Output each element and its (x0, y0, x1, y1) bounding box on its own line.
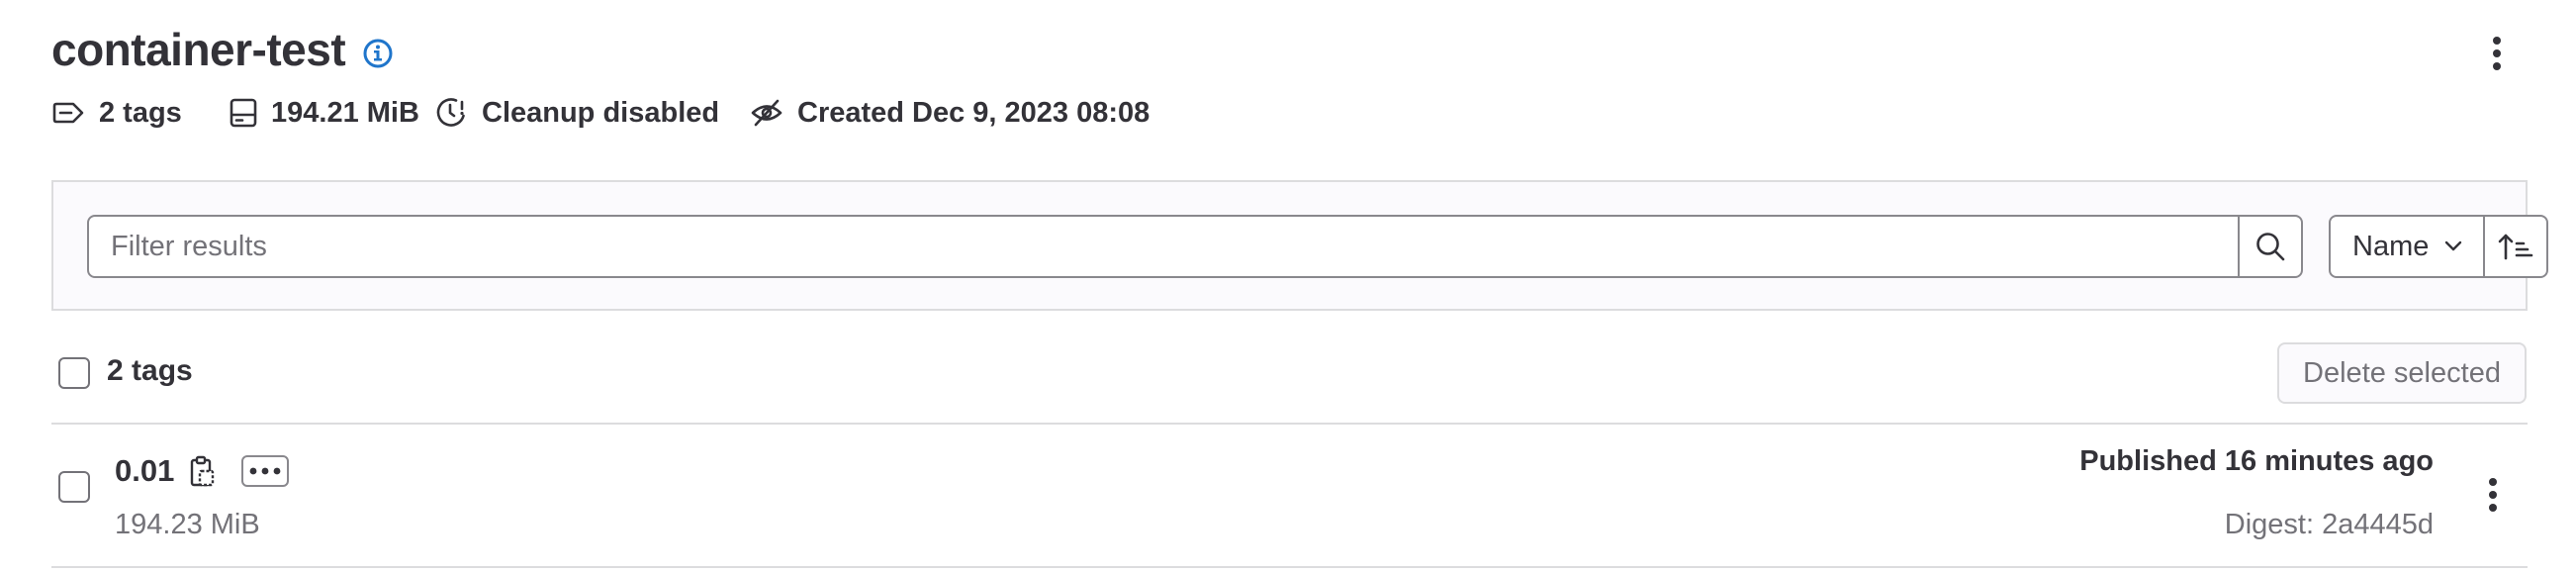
meta-size: 194.21 MiB (230, 95, 419, 131)
more-actions-button[interactable] (2479, 32, 2515, 75)
tag-digest: Digest: 2a4445d (2224, 509, 2434, 540)
search-button[interactable] (2238, 217, 2301, 276)
meta-created-label: Created Dec 9, 2023 08:08 (797, 96, 1150, 129)
select-all-checkbox[interactable] (58, 357, 90, 389)
sort-dropdown[interactable]: Name (2331, 217, 2485, 276)
show-details-button[interactable] (241, 455, 289, 487)
sort-dropdown-label: Name (2352, 230, 2430, 262)
row-checkbox[interactable] (58, 471, 90, 503)
search-box (87, 215, 2303, 278)
tag-name: 0.01 (115, 453, 175, 488)
eye-slash-icon (751, 99, 782, 127)
divider (51, 423, 2528, 425)
info-circle-icon[interactable] (362, 38, 394, 69)
sort-direction-button[interactable] (2485, 217, 2546, 276)
filter-bar: Name (51, 180, 2548, 311)
tag-size: 194.23 MiB (115, 509, 260, 540)
meta-cleanup: Cleanup disabled (434, 95, 719, 131)
filter-input[interactable] (89, 217, 2190, 276)
copy-to-clipboard-icon[interactable] (188, 455, 216, 489)
delete-selected-button[interactable]: Delete selected (2277, 342, 2527, 404)
meta-created: Created Dec 9, 2023 08:08 (750, 95, 1150, 131)
page-title: container-test (51, 24, 346, 75)
meta-tags-label: 2 tags (99, 96, 182, 129)
meta-size-label: 194.21 MiB (271, 96, 419, 129)
chevron-down-icon (2445, 240, 2462, 251)
sort-lowest-icon (2498, 234, 2533, 260)
disk-icon (230, 98, 257, 128)
meta-tags: 2 tags (51, 95, 182, 131)
search-icon (2256, 233, 2285, 261)
row-actions-button[interactable] (2475, 471, 2511, 519)
list-count-label: 2 tags (107, 354, 193, 387)
divider (51, 566, 2528, 568)
ellipsis-h-icon (249, 467, 281, 475)
published-time: Published 16 minutes ago (2079, 445, 2434, 477)
tag-icon (52, 102, 84, 124)
clock-warning-icon (436, 98, 465, 127)
sort-controls: Name (2329, 215, 2548, 278)
ellipsis-v-icon (2493, 37, 2501, 70)
meta-cleanup-label: Cleanup disabled (482, 96, 720, 129)
ellipsis-v-icon (2489, 478, 2497, 512)
